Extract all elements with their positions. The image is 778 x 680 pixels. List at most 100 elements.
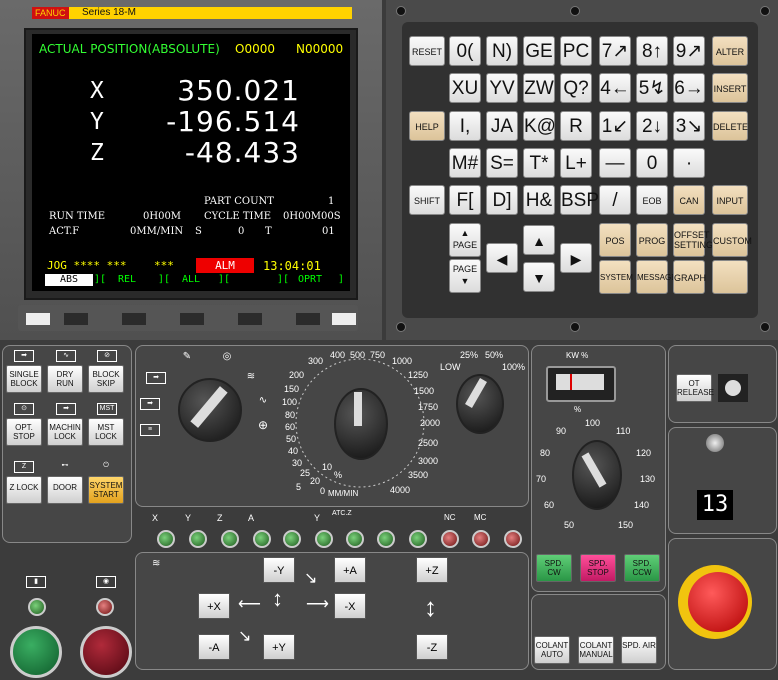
shift-key[interactable]: SHIFT [409,185,445,215]
key-j[interactable]: JA [486,111,518,141]
jog-minus-a-button[interactable]: -A [198,634,230,660]
z-lock-button[interactable]: Z LOCK [6,476,42,504]
cycle-start-button[interactable] [10,626,62,678]
door-button[interactable]: DOOR [47,476,83,504]
key-r[interactable]: R [560,111,592,141]
key-7[interactable]: 7↗ [599,36,631,66]
softkey-5-button[interactable] [294,311,322,327]
help-key[interactable]: HELP [409,111,445,141]
softkey-rel[interactable]: REL [118,274,136,286]
key-t[interactable]: T* [523,148,555,178]
page-up-key[interactable]: ▲ PAGE [449,223,481,257]
actf-label: ACT.F [49,226,80,237]
can-key[interactable]: CAN [673,185,705,215]
key-h[interactable]: H& [523,185,555,215]
jog-minus-z-button[interactable]: -Z [416,634,448,660]
pos-key[interactable]: POS [599,223,631,257]
key-minus[interactable]: — [599,148,631,178]
key-y[interactable]: YV [486,73,518,103]
feed-label-3000: 3000 [418,456,439,466]
key-m[interactable]: M# [449,148,481,178]
key-g[interactable]: GE [523,36,555,66]
jog-plus-y-button[interactable]: +Y [263,634,295,660]
coolant-manual-button[interactable]: COLANT MANUAL [578,636,614,664]
emergency-stop-button[interactable] [688,572,748,632]
key-9[interactable]: 9↗ [673,36,705,66]
page-down-key[interactable]: PAGE ▼ [449,259,481,293]
key-l[interactable]: L+ [560,148,592,178]
key-n[interactable]: N) [486,36,518,66]
blank-function-key[interactable] [712,260,748,294]
key-3[interactable]: 3↘ [673,111,705,141]
graph-key[interactable]: GRAPH [673,260,706,294]
feed-hold-button[interactable] [80,626,132,678]
cursor-right-key[interactable]: ▶ [560,243,592,273]
key-p[interactable]: PC [560,36,592,66]
alter-key[interactable]: ALTER [712,36,748,66]
jog-minus-y-button[interactable]: -Y [263,557,295,583]
single-block-button[interactable]: SINGLE BLOCK [6,365,42,393]
key-k[interactable]: K@ [523,111,556,141]
system-start-button[interactable]: SYSTEM START [88,476,124,504]
key-dot[interactable]: · [673,148,705,178]
softkey-prev-button[interactable] [24,311,52,327]
key-s[interactable]: S= [486,148,518,178]
key-z[interactable]: ZW [523,73,555,103]
ot-release-button[interactable]: OT RELEASE [676,374,714,402]
key-0-paren[interactable]: 0( [449,36,481,66]
softkey-abs[interactable]: ABS [45,274,93,286]
softkey-2-button[interactable] [120,311,148,327]
key-slash[interactable]: / [599,185,631,215]
prog-key[interactable]: PROG [636,223,668,257]
key-2[interactable]: 2↓ [636,111,668,141]
key-0[interactable]: 0 [636,148,668,178]
offset-setting-key[interactable]: OFFSET SETTING [673,223,713,257]
spindle-ccw-button[interactable]: SPD. CCW [624,554,660,582]
jog-plus-z-button[interactable]: +Z [416,557,448,583]
key-i[interactable]: I, [449,111,481,141]
block-skip-button[interactable]: BLOCK SKIP [88,365,124,393]
key-5[interactable]: 5↯ [636,73,668,103]
key-f[interactable]: F[ [449,185,481,215]
opt-stop-button[interactable]: OPT. STOP [6,418,42,446]
tool-release-button[interactable] [706,434,724,452]
machine-lock-button[interactable]: MACHIN LOCK [47,418,83,446]
cursor-down-key[interactable]: ▼ [523,262,555,292]
softkey-4-button[interactable] [236,311,264,327]
softkey-1-button[interactable] [62,311,90,327]
softkey-3-button[interactable] [178,311,206,327]
key-b[interactable]: BSP [560,185,599,215]
key-4[interactable]: 4← [599,73,631,103]
jog-minus-x-button[interactable]: -X [334,593,366,619]
key-q[interactable]: Q? [560,73,592,103]
system-key[interactable]: SYSTEM [599,260,633,294]
coolant-auto-button[interactable]: COLANT AUTO [534,636,570,664]
key-8[interactable]: 8↑ [636,36,668,66]
key-1[interactable]: 1↙ [599,111,631,141]
softkey-oprt[interactable]: OPRT [298,274,322,286]
message-key[interactable]: MESSAGE [636,260,677,294]
reset-key[interactable]: RESET [409,36,445,66]
spindle-air-button[interactable]: SPD. AIR [621,636,657,664]
key-6[interactable]: 6→ [673,73,705,103]
softkey-all[interactable]: ALL [182,274,200,286]
dry-run-button[interactable]: DRY RUN [47,365,83,393]
softkey-next-button[interactable] [330,311,358,327]
custom-key[interactable]: CUSTOM [712,223,752,257]
insert-key[interactable]: INSERT [712,73,748,103]
tool-change-led [409,530,427,548]
cursor-up-key[interactable]: ▲ [523,225,555,255]
jog-plus-x-button[interactable]: +X [198,593,230,619]
spindle-cw-button[interactable]: SPD. CW [536,554,572,582]
spindle-stop-button[interactable]: SPD. STOP [580,554,616,582]
eob-key[interactable]: EOB [636,185,668,215]
key-d[interactable]: D] [486,185,518,215]
key-switch[interactable] [718,374,748,402]
delete-key[interactable]: DELETE [712,111,748,141]
mst-lock-button[interactable]: MST LOCK [88,418,124,446]
cursor-left-key[interactable]: ◀ [486,243,518,273]
key-x[interactable]: XU [449,73,481,103]
input-key[interactable]: INPUT [712,185,748,215]
spindle-load-needle [570,374,572,390]
jog-plus-a-button[interactable]: +A [334,557,366,583]
